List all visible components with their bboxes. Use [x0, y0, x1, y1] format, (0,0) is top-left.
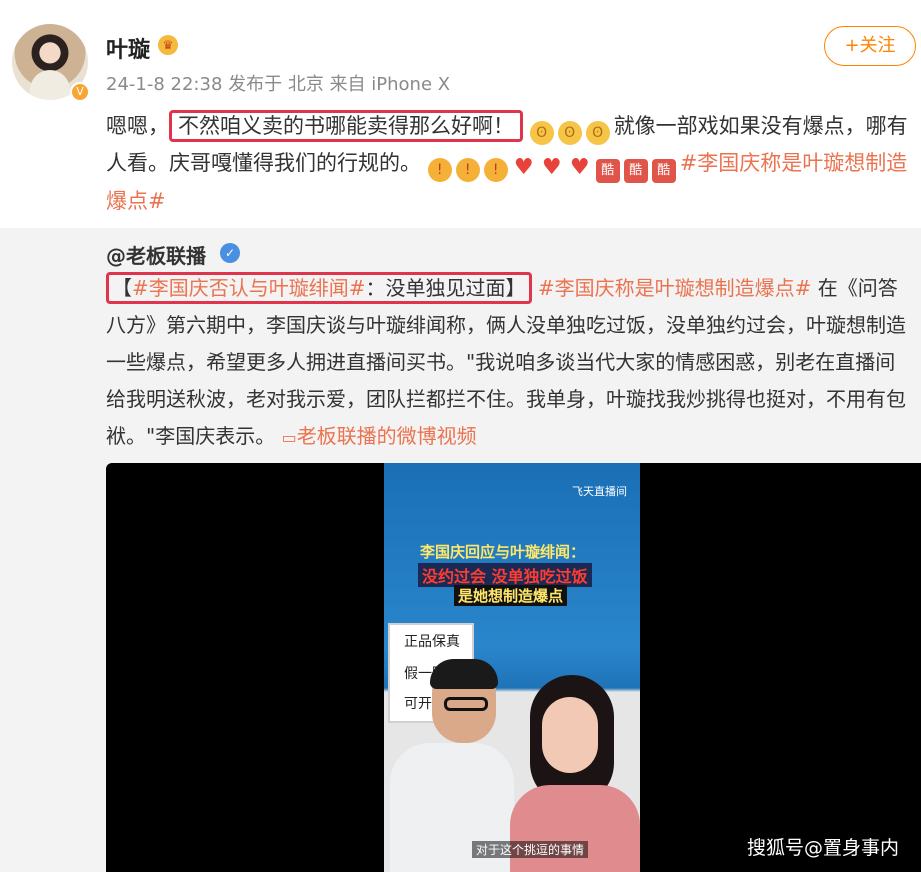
- crown-icon: ♛: [158, 35, 178, 55]
- watermark: 搜狐号@置身事内: [746, 837, 899, 859]
- repost-text: 【#李国庆否认与叶璇绯闻#：没单独见过面】 #李国庆称是叶璇想制造爆点# 在《问…: [106, 270, 912, 456]
- channel-logo: 飞天直播间: [572, 485, 627, 498]
- ku-emoji-icon: 酷: [651, 159, 676, 183]
- video-subtitle: 对于这个挑逗的事情: [472, 841, 589, 858]
- topic-link[interactable]: #李国庆否认与叶璇绯闻#: [132, 276, 366, 300]
- post-header: V 叶璇 ♛ 24-1-8 22:38 发布于 北京 来自 iPhone X +…: [0, 0, 921, 105]
- follow-button[interactable]: +关注: [824, 26, 916, 66]
- ku-emoji-icon: 酷: [595, 159, 620, 183]
- woman-body: [510, 785, 640, 872]
- man-hair: [430, 659, 498, 689]
- bracket: 【: [112, 276, 132, 300]
- heart-emoji-icon: ♥: [513, 155, 534, 180]
- laugh-emoji-icon: ʘ: [529, 121, 554, 145]
- video-player[interactable]: 飞天直播间 李国庆回应与叶璇绯闻： 没约过会 没单独吃过饭 是她想制造爆点 正品…: [106, 463, 921, 872]
- highlight-box: 【#李国庆否认与叶璇绯闻#：没单独见过面】: [106, 272, 532, 304]
- shock-emoji-icon: !: [455, 158, 480, 182]
- topic-link[interactable]: #李国庆称是叶璇想制造爆点#: [538, 276, 812, 300]
- post-meta: 24-1-8 22:38 发布于 北京 来自 iPhone X: [106, 74, 451, 95]
- laugh-emoji-icon: ʘ: [585, 121, 610, 145]
- highlight-text: ：没单独见过面】: [365, 276, 526, 300]
- heart-emoji-icon: ♥: [541, 155, 562, 180]
- highlight-box: 不然咱义卖的书哪能卖得那么好啊！: [169, 110, 523, 142]
- post-text: 嗯嗯， 不然咱义卖的书哪能卖得那么好啊！ ʘ ʘ ʘ 就像一部戏如果没有爆点，哪有人看。…: [106, 108, 912, 219]
- avatar-body: [30, 70, 70, 100]
- video-caption: 没约过会 没单独吃过饭: [418, 563, 592, 587]
- woman-face: [542, 697, 598, 773]
- ku-emoji-icon: 酷: [623, 159, 648, 183]
- laugh-emoji-icon: ʘ: [557, 121, 582, 145]
- heart-emoji-icon: ♥: [569, 155, 590, 180]
- repost-card: @老板联播 ✓ 【#李国庆否认与叶璇绯闻#：没单独见过面】 #李国庆称是叶璇想制…: [0, 228, 921, 872]
- username[interactable]: 叶璇: [106, 32, 150, 64]
- video-icon: ▭: [281, 428, 297, 447]
- video-link[interactable]: 老板联播的微博视频: [297, 424, 477, 448]
- verified-badge-icon: ✓: [220, 243, 240, 263]
- verified-badge-icon: V: [70, 82, 90, 102]
- glasses-icon: [444, 697, 488, 711]
- repost-author[interactable]: @老板联播: [106, 240, 206, 269]
- video-caption: 李国庆回应与叶璇绯闻：: [420, 543, 586, 561]
- post-text-lead: 嗯嗯，: [106, 114, 169, 138]
- banner-text: 正品保真: [404, 634, 460, 650]
- shock-emoji-icon: !: [483, 158, 508, 182]
- video-frame: 飞天直播间 李国庆回应与叶璇绯闻： 没约过会 没单独吃过饭 是她想制造爆点 正品…: [384, 463, 640, 872]
- shock-emoji-icon: !: [427, 158, 452, 182]
- video-caption: 是她想制造爆点: [454, 585, 568, 606]
